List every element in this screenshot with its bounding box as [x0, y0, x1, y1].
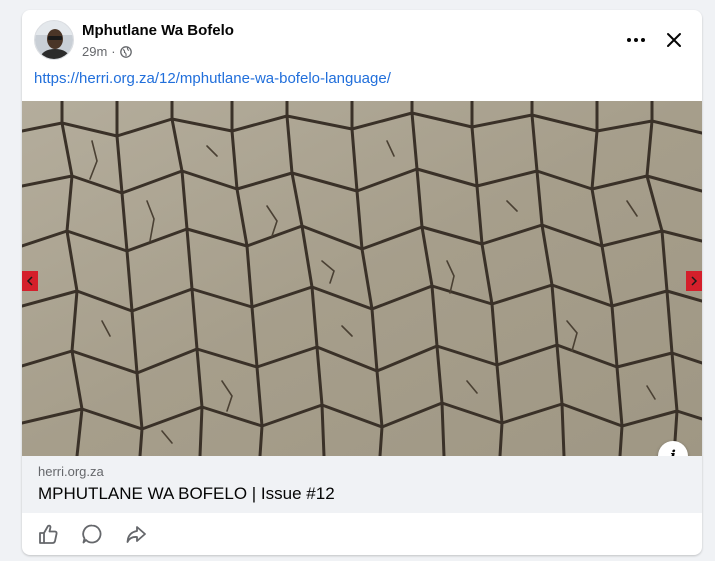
next-image-button[interactable] [686, 271, 702, 291]
close-button[interactable] [658, 24, 690, 56]
action-bar [22, 513, 702, 555]
share-icon [126, 526, 146, 543]
post-card: Mphutlane Wa Bofelo 29m · https://herri.… [22, 10, 702, 555]
post-link[interactable]: https://herri.org.za/12/mphutlane-wa-bof… [34, 70, 391, 87]
post-time[interactable]: 29m [82, 44, 107, 59]
chevron-left-icon [26, 276, 33, 286]
meta-separator: · [111, 44, 116, 59]
close-icon [667, 33, 681, 47]
avatar-image [35, 21, 73, 59]
post-header: Mphutlane Wa Bofelo 29m · [22, 10, 702, 70]
comment-button[interactable] [80, 522, 104, 546]
comment-icon [82, 524, 102, 544]
avatar[interactable] [34, 20, 74, 60]
globe-icon [119, 45, 132, 58]
like-icon [39, 524, 58, 544]
info-icon: i [670, 447, 676, 456]
link-title: MPHUTLANE WA BOFELO | Issue #12 [38, 484, 335, 503]
more-options-icon [627, 38, 645, 42]
link-domain: herri.org.za [38, 464, 104, 479]
post-meta: 29m · [82, 44, 132, 59]
like-button[interactable] [36, 522, 60, 546]
author-name[interactable]: Mphutlane Wa Bofelo [82, 22, 234, 39]
previous-image-button[interactable] [22, 271, 38, 291]
more-options-button[interactable] [620, 24, 652, 56]
cracked-earth-image [22, 101, 702, 456]
link-preview[interactable]: herri.org.za MPHUTLANE WA BOFELO | Issue… [22, 456, 702, 513]
share-button[interactable] [124, 522, 148, 546]
chevron-right-icon [691, 276, 698, 286]
post-image[interactable]: i [22, 101, 702, 456]
